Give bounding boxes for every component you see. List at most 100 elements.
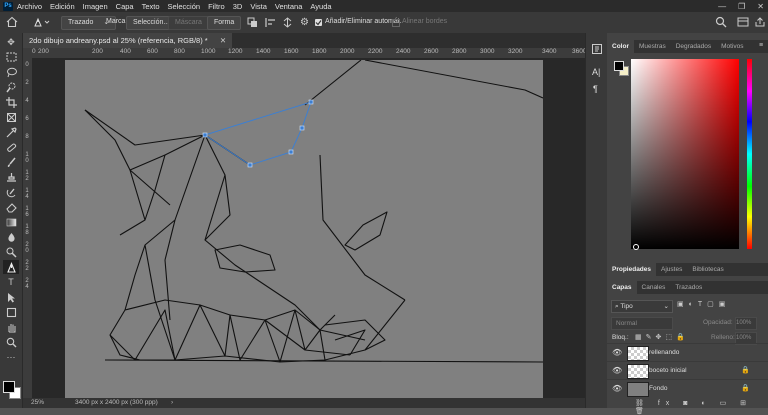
stamp-tool-icon[interactable] xyxy=(3,170,19,184)
quick-selection-tool-icon[interactable] xyxy=(3,80,19,94)
home-icon[interactable] xyxy=(6,16,18,28)
marquee-tool-icon[interactable] xyxy=(3,50,19,64)
path-alignment-icon[interactable] xyxy=(265,17,276,28)
menu-seleccion[interactable]: Selección xyxy=(168,2,201,11)
path-operations-icon[interactable] xyxy=(247,17,258,28)
pen-tool-preset-icon[interactable] xyxy=(32,16,52,28)
menu-imagen[interactable]: Imagen xyxy=(83,2,108,11)
eye-icon[interactable]: 👁 xyxy=(612,344,622,362)
blur-tool-icon[interactable] xyxy=(3,230,19,244)
menu-filtro[interactable]: Filtro xyxy=(208,2,225,11)
move-tool-icon[interactable]: ✥ xyxy=(3,35,19,49)
menu-texto[interactable]: Texto xyxy=(142,2,160,11)
anchor-point[interactable] xyxy=(202,132,208,138)
tab-canales[interactable]: Canales xyxy=(637,281,671,294)
gear-icon[interactable]: ⚙ xyxy=(300,17,311,28)
layer-row[interactable]: 👁 boceto inicial 🔒 xyxy=(607,361,768,380)
close-tab-icon[interactable]: ✕ xyxy=(220,36,226,45)
eyedropper-tool-icon[interactable] xyxy=(3,125,19,139)
dodge-tool-icon[interactable] xyxy=(3,245,19,259)
zoom-level[interactable]: 25% xyxy=(31,398,44,408)
character-panel-icon[interactable]: A| xyxy=(592,67,600,77)
menu-ventana[interactable]: Ventana xyxy=(275,2,303,11)
share-icon[interactable] xyxy=(754,16,766,28)
opacity-input[interactable]: 100% xyxy=(735,317,757,330)
ruler-origin[interactable] xyxy=(23,48,32,58)
close-button[interactable]: ✕ xyxy=(757,2,764,11)
type-tool-icon[interactable]: T xyxy=(3,275,19,289)
tab-degradados[interactable]: Degradados xyxy=(671,40,716,53)
align-edges-checkbox[interactable] xyxy=(392,19,400,27)
lasso-tool-icon[interactable] xyxy=(3,65,19,79)
tab-propiedades[interactable]: Propiedades xyxy=(607,263,657,276)
layers-footer-icons[interactable]: ⛓ fx ◙ ◐ ▭ ⊞ 🗑 xyxy=(635,399,768,415)
layer-row[interactable]: 👁 rellenando xyxy=(607,343,768,362)
tab-color[interactable]: Color xyxy=(607,40,634,53)
menu-ayuda[interactable]: Ayuda xyxy=(310,2,331,11)
hue-slider[interactable] xyxy=(747,59,752,249)
pen-tool-icon[interactable] xyxy=(3,260,19,274)
color-panel-tabs: Color Muestras Degradados Motivos xyxy=(607,40,768,53)
more-tools-icon[interactable]: ··· xyxy=(3,350,19,364)
zoom-tool-icon[interactable] xyxy=(3,335,19,349)
tab-motivos[interactable]: Motivos xyxy=(716,40,748,53)
layer-name: boceto inicial xyxy=(649,367,687,374)
ruler-label: 4 xyxy=(25,284,29,290)
history-brush-tool-icon[interactable] xyxy=(3,185,19,199)
gradient-tool-icon[interactable] xyxy=(3,215,19,229)
history-panel-icon[interactable] xyxy=(591,43,603,55)
anchor-point[interactable] xyxy=(288,149,294,155)
ruler-label: 2 xyxy=(25,80,29,86)
menu-edicion[interactable]: Edición xyxy=(50,2,75,11)
mascara-button[interactable]: Máscara xyxy=(168,16,209,30)
menu-capa[interactable]: Capa xyxy=(116,2,134,11)
frame-tool-icon[interactable] xyxy=(3,110,19,124)
blend-mode-select[interactable]: Normal xyxy=(611,317,673,330)
anchor-point[interactable] xyxy=(308,99,314,105)
path-arrangement-icon[interactable] xyxy=(282,17,293,28)
color-fg-swatch[interactable] xyxy=(614,61,624,71)
foreground-color-swatch[interactable] xyxy=(3,381,15,393)
eye-icon[interactable]: 👁 xyxy=(612,362,622,380)
healing-brush-tool-icon[interactable] xyxy=(3,140,19,154)
color-picker-marker xyxy=(633,244,639,250)
minimize-button[interactable]: — xyxy=(718,2,726,11)
document-canvas[interactable] xyxy=(65,60,543,398)
status-arrow-icon[interactable]: › xyxy=(171,398,173,408)
ruler-label: 800 xyxy=(174,48,185,55)
tab-bibliotecas[interactable]: Bibliotecas xyxy=(687,263,728,276)
document-tab[interactable]: 2do dibujo andreany.psd al 25% (referenc… xyxy=(23,33,233,48)
anchor-point[interactable] xyxy=(299,125,305,131)
layer-filter-select[interactable]: ⌕ Tipo ⌄ xyxy=(611,300,673,313)
layer-thumbnail xyxy=(627,382,649,397)
anchor-point[interactable] xyxy=(247,162,253,168)
auto-add-checkbox[interactable] xyxy=(315,19,322,26)
crop-tool-icon[interactable] xyxy=(3,95,19,109)
menu-archivo[interactable]: Archivo xyxy=(17,2,42,11)
menu-3d[interactable]: 3D xyxy=(233,2,243,11)
layer-filter-icons[interactable]: ▣◐T▢▣ xyxy=(677,300,730,308)
path-selection-tool-icon[interactable] xyxy=(3,290,19,304)
shape-tool-icon[interactable] xyxy=(3,305,19,319)
panel-menu-icon[interactable]: ≡ xyxy=(759,42,763,49)
hand-tool-icon[interactable] xyxy=(3,320,19,334)
workspace-icon[interactable] xyxy=(737,16,749,28)
eye-icon[interactable]: 👁 xyxy=(612,380,622,398)
lock-icons[interactable]: ▦✎✥⬚🔒 xyxy=(635,333,689,341)
layer-row[interactable]: 👁 Fondo 🔒 xyxy=(607,379,768,398)
paragraph-panel-icon[interactable]: ¶ xyxy=(593,84,598,94)
search-icon[interactable] xyxy=(715,16,727,28)
eraser-tool-icon[interactable] xyxy=(3,200,19,214)
canvas-area[interactable] xyxy=(32,58,585,398)
tab-muestras[interactable]: Muestras xyxy=(634,40,671,53)
tab-capas[interactable]: Capas xyxy=(607,281,637,294)
maximize-button[interactable]: ❐ xyxy=(738,2,745,11)
ruler-label: 200 xyxy=(92,48,103,55)
tab-trazados[interactable]: Trazados xyxy=(670,281,707,294)
brush-tool-icon[interactable] xyxy=(3,155,19,169)
menu-vista[interactable]: Vista xyxy=(250,2,267,11)
color-picker-field[interactable] xyxy=(631,59,739,249)
forma-button[interactable]: Forma xyxy=(207,16,242,30)
active-path[interactable] xyxy=(204,101,312,166)
tab-ajustes[interactable]: Ajustes xyxy=(656,263,687,276)
